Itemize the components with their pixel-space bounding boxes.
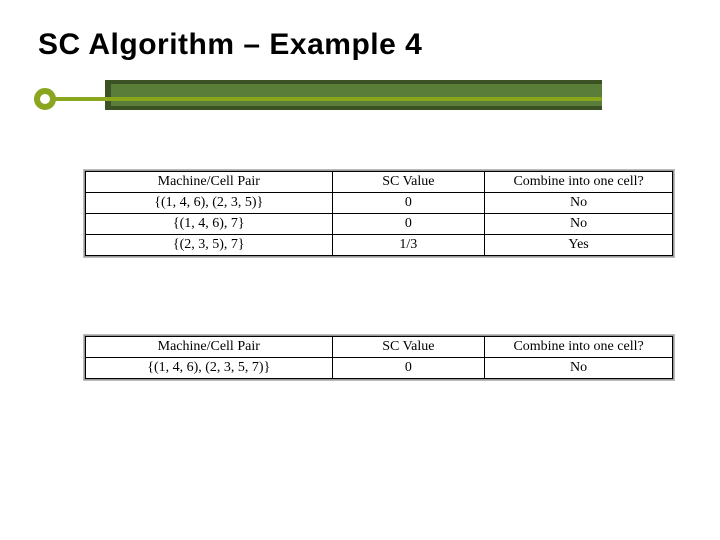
table-row: {(1, 4, 6), (2, 3, 5, 7)} 0 No bbox=[86, 358, 673, 379]
slide-title: SC Algorithm – Example 4 bbox=[38, 28, 720, 62]
table-header-cell: SC Value bbox=[332, 337, 485, 358]
table-2: Machine/Cell Pair SC Value Combine into … bbox=[85, 336, 673, 379]
accent-bullet-icon bbox=[34, 88, 56, 110]
table-cell: {(1, 4, 6), (2, 3, 5)} bbox=[86, 193, 333, 214]
table-cell: No bbox=[485, 358, 673, 379]
table-cell: 1/3 bbox=[332, 235, 485, 256]
table-gap bbox=[84, 257, 674, 335]
table-cell: 0 bbox=[332, 214, 485, 235]
title-area: SC Algorithm – Example 4 bbox=[0, 0, 720, 62]
table-1-outer: Machine/Cell Pair SC Value Combine into … bbox=[84, 170, 674, 257]
table-row: {(1, 4, 6), (2, 3, 5)} 0 No bbox=[86, 193, 673, 214]
accent-box bbox=[105, 80, 602, 110]
table-cell: No bbox=[485, 214, 673, 235]
table-cell: 0 bbox=[332, 193, 485, 214]
table-row: {(1, 4, 6), 7} 0 No bbox=[86, 214, 673, 235]
accent-box-inner bbox=[111, 84, 602, 106]
table-header-cell: SC Value bbox=[332, 172, 485, 193]
table-row: {(2, 3, 5), 7} 1/3 Yes bbox=[86, 235, 673, 256]
table-row: Machine/Cell Pair SC Value Combine into … bbox=[86, 337, 673, 358]
accent-line bbox=[54, 97, 602, 101]
table-header-cell: Combine into one cell? bbox=[485, 172, 673, 193]
tables-container: Machine/Cell Pair SC Value Combine into … bbox=[84, 170, 674, 380]
table-header-cell: Machine/Cell Pair bbox=[86, 337, 333, 358]
table-header-cell: Machine/Cell Pair bbox=[86, 172, 333, 193]
table-cell: 0 bbox=[332, 358, 485, 379]
table-cell: No bbox=[485, 193, 673, 214]
table-header-cell: Combine into one cell? bbox=[485, 337, 673, 358]
table-cell: {(1, 4, 6), (2, 3, 5, 7)} bbox=[86, 358, 333, 379]
table-1: Machine/Cell Pair SC Value Combine into … bbox=[85, 171, 673, 256]
accent-bar bbox=[0, 80, 720, 116]
table-cell: {(2, 3, 5), 7} bbox=[86, 235, 333, 256]
table-cell: {(1, 4, 6), 7} bbox=[86, 214, 333, 235]
table-cell: Yes bbox=[485, 235, 673, 256]
table-2-outer: Machine/Cell Pair SC Value Combine into … bbox=[84, 335, 674, 380]
table-row: Machine/Cell Pair SC Value Combine into … bbox=[86, 172, 673, 193]
